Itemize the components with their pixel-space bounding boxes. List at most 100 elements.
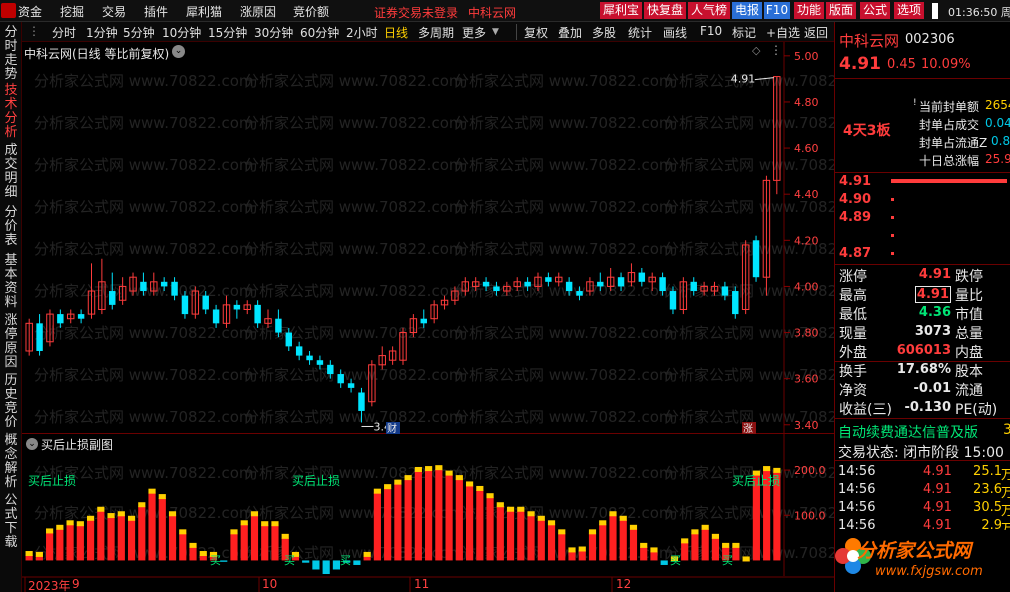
menu-xilimao[interactable]: 犀利猫 <box>186 3 222 20</box>
buy-signal-label: 买 <box>284 554 295 567</box>
period-2hour[interactable]: 2小时 <box>346 24 378 41</box>
app-logo-icon[interactable] <box>1 3 16 18</box>
bar-cap <box>97 506 105 512</box>
add-watchlist-button[interactable]: +自选 <box>766 24 800 41</box>
diejia-button[interactable]: 叠加 <box>558 24 582 41</box>
stoploss-label: 买后止损 <box>732 474 780 488</box>
subchart-settings-icon[interactable]: ⌄ <box>26 438 38 450</box>
login-warning[interactable]: 证券交易未登录 <box>374 4 458 21</box>
bar-cap <box>568 547 576 553</box>
stat-label: 净资 <box>839 383 867 399</box>
more-chevron-icon[interactable]: ▼ <box>492 27 499 37</box>
stat-label: 流通 <box>955 383 983 399</box>
tab-chengjiao[interactable]: 成交明细 <box>3 144 19 200</box>
tab-jishufenxi[interactable]: 技术分析 <box>3 84 19 140</box>
fuquan-button[interactable]: 复权 <box>524 24 548 41</box>
xilibao-button[interactable]: 犀利宝 <box>600 2 642 19</box>
indicator-bar <box>476 485 484 561</box>
indicator-bar <box>250 511 259 561</box>
promo-banner[interactable]: 自动续费通达信普及版 <box>838 422 978 442</box>
indicator-bar <box>394 479 402 561</box>
menu-zhangyuanyin[interactable]: 涨原因 <box>240 3 276 20</box>
f10-button[interactable]: F10 <box>700 24 722 38</box>
period-10min[interactable]: 10分钟 <box>162 24 201 41</box>
diamond-icon[interactable]: ◇ <box>752 44 760 57</box>
chart-settings-icon[interactable]: ⌄ <box>172 45 185 58</box>
period-5min[interactable]: 5分钟 <box>123 24 155 41</box>
bar-cap <box>527 511 535 517</box>
sub-chart-svg[interactable]: 分析家公式网 www.70822.com分析家公式网 www.70822.com… <box>22 434 884 576</box>
renqibang-button[interactable]: 人气榜 <box>688 2 730 19</box>
menu-chajian[interactable]: 插件 <box>144 3 168 20</box>
gongshi-button[interactable]: 公式 <box>860 2 890 19</box>
tab-lishijingjia[interactable]: 历史竞价 <box>3 374 19 430</box>
watermark-text: 分析家公式网 www.70822.com <box>34 156 254 174</box>
bar-body <box>404 479 412 561</box>
chart-options-icon[interactable]: ⋮ <box>770 43 782 57</box>
indicator-bar <box>86 515 95 561</box>
current-price: 4.91 <box>839 54 881 74</box>
promo-banner-suffix: 3 <box>1003 422 1010 438</box>
period-1min[interactable]: 1分钟 <box>86 24 118 41</box>
price-tick-label: 4.20 <box>794 234 819 247</box>
bar-cap <box>435 465 443 471</box>
bar-cap <box>138 502 146 508</box>
watermark-text: 分析家公式网 www.70822.com <box>244 156 464 174</box>
menu-jiaoyi[interactable]: 交易 <box>102 3 126 20</box>
tab-jibenziliao[interactable]: 基本资料 <box>3 254 19 310</box>
period-more[interactable]: 更多 <box>462 24 486 41</box>
candle <box>388 346 397 365</box>
bar-body <box>138 506 146 561</box>
biaoji-button[interactable]: 标记 <box>732 24 756 41</box>
back-button[interactable]: 返回 <box>804 24 828 41</box>
logo-url: www.fxjgsw.com <box>875 564 983 579</box>
gongneng-button[interactable]: 功能 <box>794 2 824 19</box>
tab-fenshi[interactable]: 分时走势 <box>3 26 19 82</box>
dianbao-button[interactable]: 电报 <box>732 2 762 19</box>
duogu-button[interactable]: 多股 <box>592 24 616 41</box>
tick-unit: 万 <box>1001 464 1010 483</box>
tab-fenjiabiao[interactable]: 分价表 <box>3 206 19 248</box>
tab-gongshixiazai[interactable]: 公式下载 <box>3 494 19 550</box>
bar-body <box>168 515 177 561</box>
period-60min[interactable]: 60分钟 <box>300 24 339 41</box>
candle-body <box>617 277 625 287</box>
date-year: 2023年 <box>28 579 71 592</box>
bar-cap <box>773 467 781 473</box>
main-chart[interactable]: 分析家公式网 www.70822.com 分析家公式网 www.70822.com… <box>22 42 884 435</box>
bar-cap <box>127 515 136 521</box>
period-15min[interactable]: 15分钟 <box>208 24 247 41</box>
indicator-bar <box>465 481 474 561</box>
period-daily[interactable]: 日线 <box>384 24 408 41</box>
stat-row: 收益(三) -0.130 PE(动) <box>835 399 1010 418</box>
toolbar-menu-icon[interactable]: ⋮ <box>28 24 40 38</box>
period-30min[interactable]: 30分钟 <box>254 24 293 41</box>
tab-gainianjiexi[interactable]: 概念解析 <box>3 434 19 490</box>
price-tick-label: 3.80 <box>794 327 819 340</box>
huaxian-button[interactable]: 画线 <box>663 24 687 41</box>
banmian-button[interactable]: 版面 <box>826 2 856 19</box>
menu-wajue[interactable]: 挖掘 <box>60 3 84 20</box>
tongji-button[interactable]: 统计 <box>628 24 652 41</box>
bar-cap <box>394 479 402 485</box>
period-fenshi[interactable]: 分时 <box>52 24 76 41</box>
tick-unit: 万 <box>1001 482 1010 501</box>
indicator-bar <box>660 560 668 565</box>
orderbook-bar-4 <box>891 234 894 237</box>
indicator-bar <box>619 515 627 561</box>
main-chart-svg[interactable]: 分析家公式网 www.70822.com分析家公式网 www.70822.com… <box>22 42 884 435</box>
menu-zijin[interactable]: 资金 <box>18 3 42 20</box>
indicator-bar <box>517 506 525 561</box>
period-multi[interactable]: 多周期 <box>418 24 454 41</box>
xuanxiang-button[interactable]: 选项 <box>894 2 924 19</box>
f10-top-button[interactable]: F10 <box>764 2 790 19</box>
price-tick-label: 4.00 <box>794 280 819 293</box>
indicator-bar <box>609 511 617 561</box>
bar-body <box>465 485 474 561</box>
candle <box>762 175 771 296</box>
sub-chart[interactable]: 分析家公式网 www.70822.com 分析家公式网 www.70822.com… <box>22 434 884 576</box>
tab-zhangtingyuanyin[interactable]: 涨停原因 <box>3 314 19 370</box>
kuaifupan-button[interactable]: 快复盘 <box>644 2 686 19</box>
site-logo: 分析家公式网 www.fxjgsw.com <box>835 530 1010 592</box>
menu-jingjiae[interactable]: 竞价额 <box>293 3 329 20</box>
